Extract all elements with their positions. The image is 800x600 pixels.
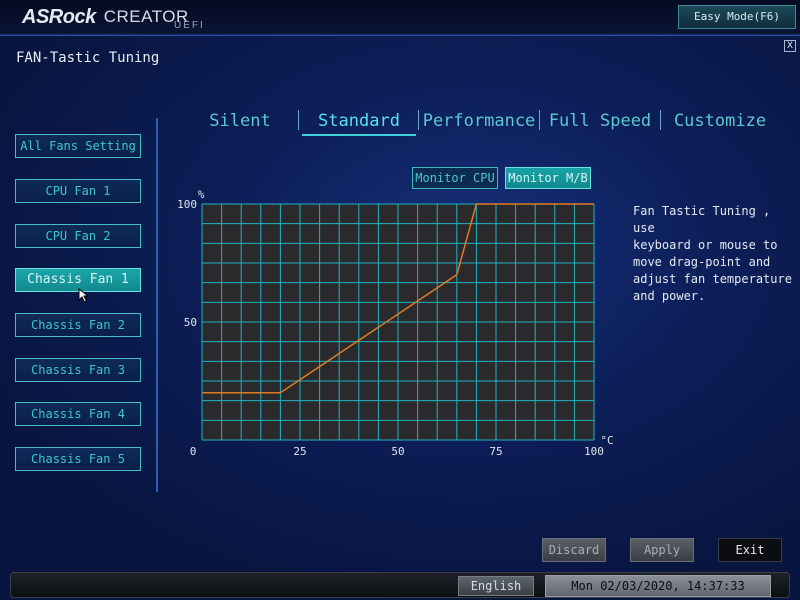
title-divider — [0, 35, 800, 36]
tab-silent[interactable]: Silent — [192, 108, 288, 134]
brand-suffix: UEFI — [174, 20, 205, 31]
apply-button[interactable]: Apply — [630, 538, 694, 562]
fan-button-chassis-fan-2[interactable]: Chassis Fan 2 — [15, 313, 141, 337]
x-tick-label: 100 — [584, 445, 604, 458]
monitor-cpu-button[interactable]: Monitor CPU — [412, 167, 498, 189]
y-tick-label: 50 — [184, 316, 197, 329]
fan-button-chassis-fan-3[interactable]: Chassis Fan 3 — [15, 358, 141, 382]
plot-area — [202, 204, 594, 440]
brand-name: ASRock — [22, 6, 96, 28]
tab-customize[interactable]: Customize — [665, 108, 775, 134]
fan-button-chassis-fan-5[interactable]: Chassis Fan 5 — [15, 447, 141, 471]
monitor-mb-button[interactable]: Monitor M/B — [505, 167, 591, 189]
mouse-cursor-icon — [78, 288, 90, 303]
x-axis-label: °C — [600, 434, 613, 447]
fan-button-chassis-fan-4[interactable]: Chassis Fan 4 — [15, 402, 141, 426]
tab-separator — [298, 110, 299, 130]
tab-separator — [418, 110, 419, 130]
datetime-display: Mon 02/03/2020, 14:37:33 — [545, 575, 771, 597]
close-button[interactable]: X — [784, 40, 796, 52]
fan-button-all-fans-setting[interactable]: All Fans Setting — [15, 134, 141, 158]
x-tick-label: 75 — [489, 445, 502, 458]
y-axis-label: % — [198, 188, 205, 201]
fan-button-cpu-fan-2[interactable]: CPU Fan 2 — [15, 224, 141, 248]
help-text: Fan Tastic Tuning , use keyboard or mous… — [633, 204, 792, 303]
tab-full-speed[interactable]: Full Speed — [544, 108, 656, 134]
brand-logo: ASRock CREATOR UEFI — [22, 6, 203, 31]
y-tick-label: 100 — [177, 198, 197, 211]
tab-separator — [539, 110, 540, 130]
x-tick-label: 0 — [190, 445, 197, 458]
x-tick-label: 25 — [293, 445, 306, 458]
sidebar-divider — [156, 118, 158, 492]
tab-performance[interactable]: Performance — [422, 108, 536, 134]
tab-standard[interactable]: Standard — [302, 108, 416, 134]
tab-active-underline — [302, 134, 416, 136]
discard-button[interactable]: Discard — [542, 538, 606, 562]
tab-separator — [660, 110, 661, 130]
exit-button[interactable]: Exit — [718, 538, 782, 562]
fan-button-cpu-fan-1[interactable]: CPU Fan 1 — [15, 179, 141, 203]
page-title: FAN-Tastic Tuning — [16, 50, 160, 66]
easy-mode-button[interactable]: Easy Mode(F6) — [678, 5, 796, 29]
language-button[interactable]: English — [458, 576, 534, 596]
fan-curve-line[interactable] — [202, 203, 594, 394]
x-tick-label: 50 — [391, 445, 404, 458]
